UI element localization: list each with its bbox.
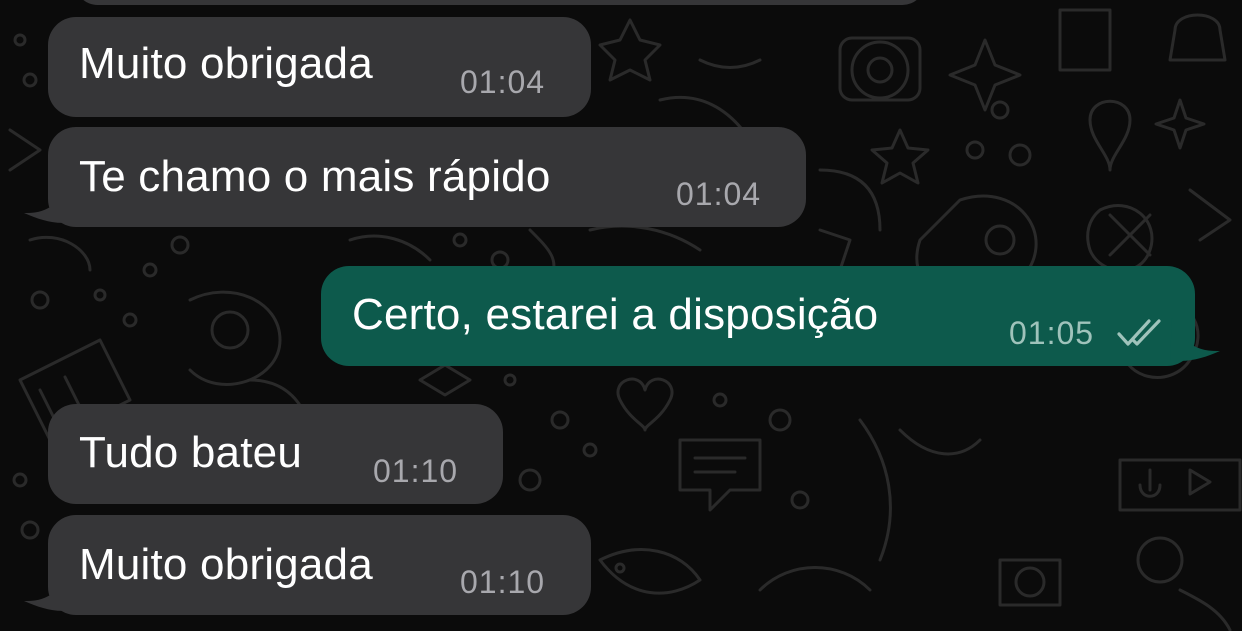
message-text: Certo, estarei a disposição (352, 290, 879, 339)
message-text: Tudo bateu (79, 428, 302, 477)
chat-area[interactable]: Muito obrigada 01:04 Te chamo o mais ráp… (0, 0, 1242, 631)
incoming-message[interactable]: Te chamo o mais rápido 01:04 (48, 127, 806, 227)
message-timestamp: 01:04 (676, 176, 762, 212)
message-timestamp: 01:05 (1009, 315, 1095, 351)
outgoing-message[interactable]: Certo, estarei a disposição 01:05 (321, 266, 1195, 366)
incoming-message[interactable]: Tudo bateu 01:10 (48, 404, 503, 504)
message-timestamp: 01:04 (460, 64, 546, 100)
incoming-message[interactable]: Muito obrigada 01:10 (48, 515, 591, 615)
message-text: Muito obrigada (79, 540, 373, 589)
bubble-tail (1170, 318, 1220, 361)
double-check-read-icon (1117, 319, 1161, 346)
bubble-tail (24, 180, 72, 223)
message-timestamp: 01:10 (460, 564, 546, 600)
incoming-message[interactable]: Muito obrigada 01:04 (48, 17, 591, 117)
message-text: Muito obrigada (79, 39, 373, 88)
bubble-tail (24, 568, 72, 611)
message-text: Te chamo o mais rápido (79, 152, 551, 201)
previous-message-bubble (75, 0, 925, 5)
message-timestamp: 01:10 (373, 453, 459, 489)
